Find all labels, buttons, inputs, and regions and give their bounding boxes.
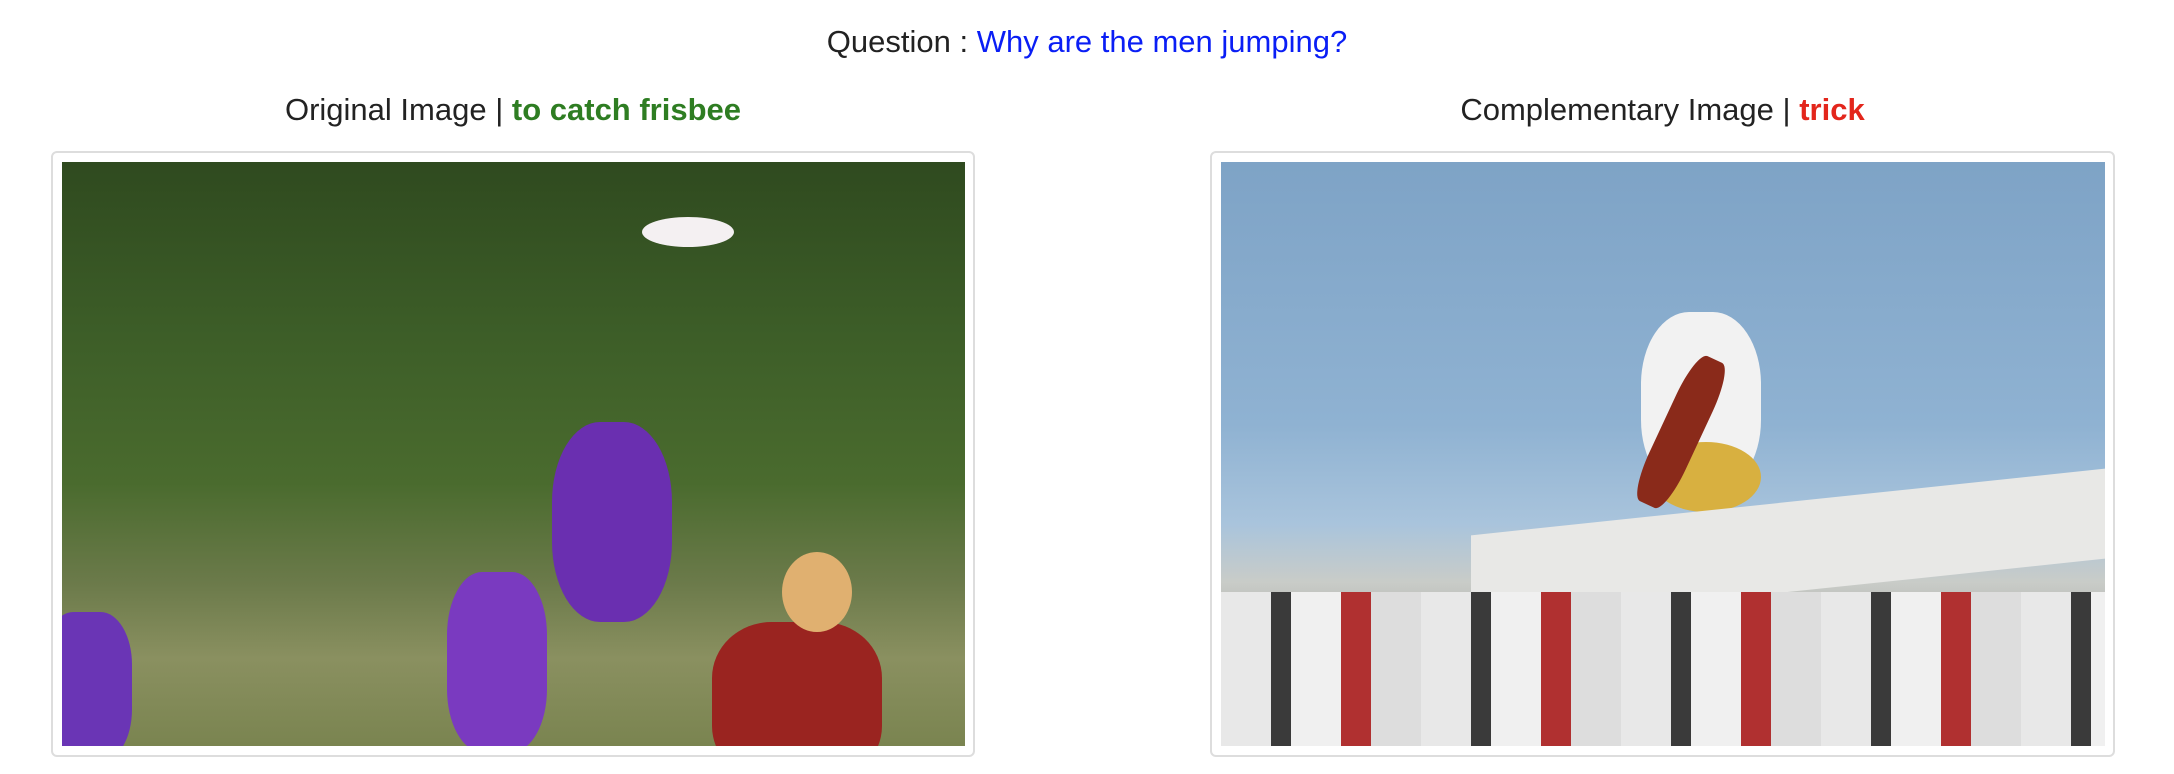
complementary-image-label: Complementary Image [1460,92,1774,127]
separator: | [1782,92,1791,127]
player [712,622,882,746]
original-image-frisbee-photo [62,162,965,746]
original-answer: to catch frisbee [511,92,742,127]
frisbee [642,217,734,247]
separator: | [495,92,504,127]
player [447,572,547,746]
complementary-image-card [1210,151,2115,757]
complementary-image-skateboard-photo [1221,162,2105,746]
question-label: Question : [826,24,969,59]
complementary-image-heading: Complementary Image | trick [1211,92,2114,128]
question-text: Why are the men jumping? [976,24,1348,59]
player [62,612,132,746]
crowd [1221,592,2105,746]
original-image-card [51,151,975,757]
original-image-heading: Original Image | to catch frisbee [52,92,974,128]
original-image-label: Original Image [284,92,487,127]
player [552,422,672,622]
complementary-answer: trick [1799,92,1865,127]
player-head [782,552,852,632]
question: Question : Why are the men jumping? [0,24,2174,60]
